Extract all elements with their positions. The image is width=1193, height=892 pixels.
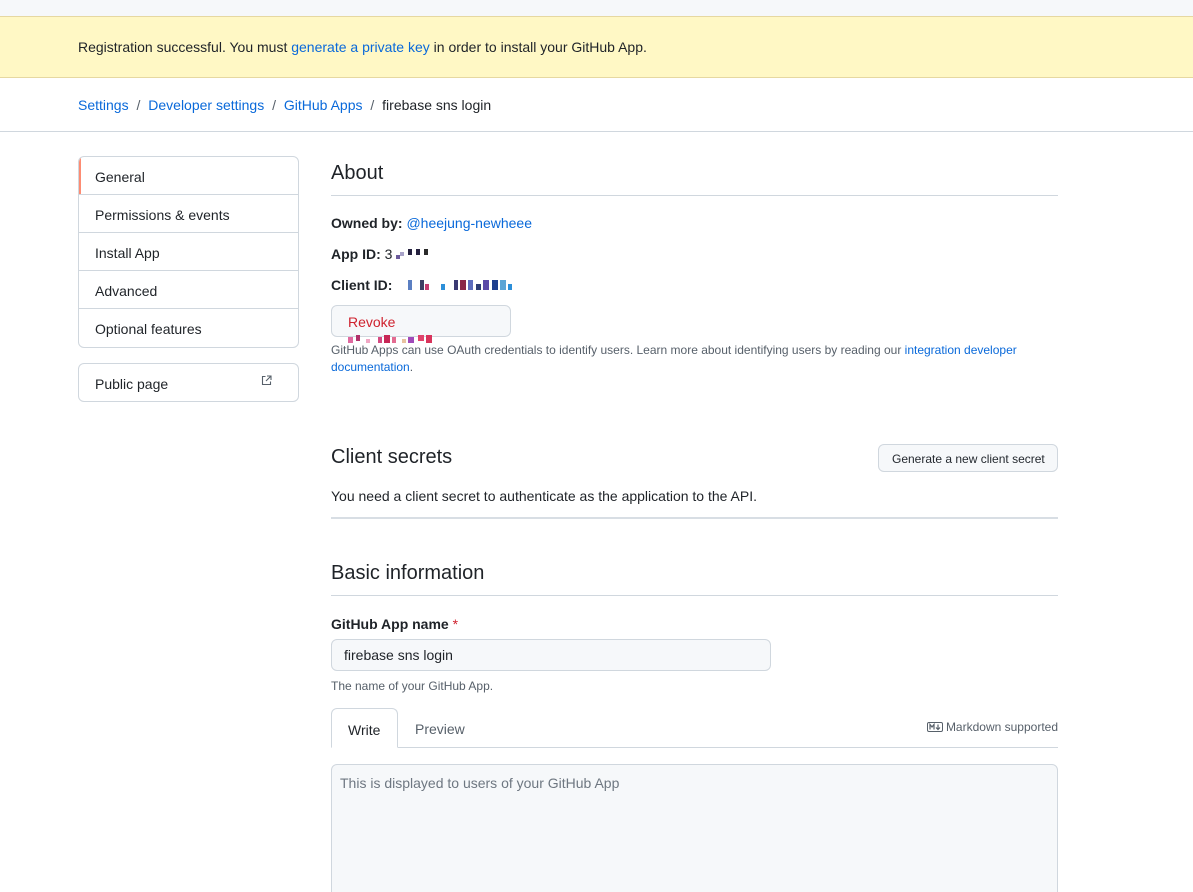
redacted-pixels [396, 249, 429, 260]
description-textarea[interactable]: This is displayed to users of your GitHu… [331, 764, 1058, 892]
client-id-row: Client ID: [331, 277, 516, 293]
flash-suffix: in order to install your GitHub App. [429, 39, 647, 55]
editor-tabs: Write Preview Markdown supported [331, 708, 1058, 748]
app-name-label: GitHub App name [331, 616, 449, 632]
tab-preview[interactable]: Preview [399, 708, 481, 748]
sidebar-item-optional-features[interactable]: Optional features [79, 309, 298, 347]
client-secret-description-text: You need a client secret to authenticate… [331, 488, 758, 504]
client-id-label: Client ID: [331, 277, 393, 293]
redacted-pixels [408, 280, 513, 291]
breadcrumb-separator: / [136, 97, 141, 113]
about-heading: About [331, 162, 1058, 196]
sidebar-item-general[interactable]: General [79, 157, 298, 195]
markdown-supported[interactable]: Markdown supported [926, 720, 1058, 734]
app-id-label: App ID: [331, 246, 381, 262]
breadcrumb-separator: / [272, 97, 276, 113]
sidebar-nav: General Permissions & events Install App… [78, 156, 299, 348]
app-id-value: 3 [384, 246, 393, 262]
app-name-note: The name of your GitHub App. [331, 678, 493, 695]
generate-client-secret-label: Generate a new client secret [892, 452, 1045, 466]
generate-client-secret-button[interactable]: Generate a new client secret [878, 444, 1058, 472]
tab-write[interactable]: Write [331, 708, 398, 748]
breadcrumb-github-apps[interactable]: GitHub Apps [284, 97, 363, 113]
app-id-row: App ID: 3 [331, 246, 430, 262]
breadcrumb-settings[interactable]: Settings [78, 97, 129, 113]
owned-by-row: Owned by: @heejung-newheee [331, 215, 532, 231]
tab-write-label: Write [348, 722, 381, 738]
sidebar-item-label: Install App [95, 245, 160, 261]
breadcrumb: Settings / Developer settings / GitHub A… [0, 78, 1193, 132]
flash-prefix: Registration successful. You must [78, 39, 292, 55]
oauth-help-text: GitHub Apps can use OAuth credentials to… [331, 342, 1058, 376]
sidebar-item-permissions-events[interactable]: Permissions & events [79, 195, 298, 233]
external-link-icon [261, 375, 272, 386]
breadcrumb-developer-settings[interactable]: Developer settings [148, 97, 264, 113]
revoke-button[interactable]: Revoke [331, 305, 511, 344]
sidebar-item-label: Optional features [95, 321, 202, 337]
top-strip [0, 0, 1193, 16]
oauth-help-end: . [409, 360, 414, 374]
sidebar-item-label: Advanced [95, 283, 158, 299]
app-name-label-row: GitHub App name * [331, 616, 458, 632]
client-secret-description: You need a client secret to authenticate… [331, 488, 1058, 519]
required-mark: * [452, 616, 459, 632]
public-page-link[interactable]: Public page [78, 363, 299, 402]
sidebar-item-label: General [95, 169, 145, 185]
breadcrumb-separator: / [370, 97, 375, 113]
public-page-label: Public page [95, 376, 169, 392]
app-name-value: firebase sns login [344, 647, 453, 663]
settings-layout: General Permissions & events Install App… [0, 132, 1193, 892]
breadcrumb-current: firebase sns login [382, 97, 492, 113]
markdown-supported-label: Markdown supported [945, 720, 1058, 734]
oauth-help-body: GitHub Apps can use OAuth credentials to… [331, 343, 905, 357]
tab-preview-label: Preview [415, 721, 465, 737]
owned-by-label: Owned by: [331, 215, 403, 231]
basic-info-heading: Basic information [331, 562, 1058, 596]
sidebar-item-label: Permissions & events [95, 207, 230, 223]
app-name-note-text: The name of your GitHub App. [331, 679, 494, 693]
sidebar-item-install-app[interactable]: Install App [79, 233, 298, 271]
sidebar-item-advanced[interactable]: Advanced [79, 271, 298, 309]
markdown-icon [926, 722, 943, 732]
owner-link[interactable]: @heejung-newheee [406, 215, 532, 231]
app-name-input[interactable]: firebase sns login [331, 639, 771, 671]
revoke-label: Revoke [348, 314, 396, 330]
generate-private-key-link[interactable]: generate a private key [291, 39, 430, 55]
description-placeholder: This is displayed to users of your GitHu… [340, 775, 620, 791]
flash-banner: Registration successful. You must genera… [0, 16, 1193, 78]
